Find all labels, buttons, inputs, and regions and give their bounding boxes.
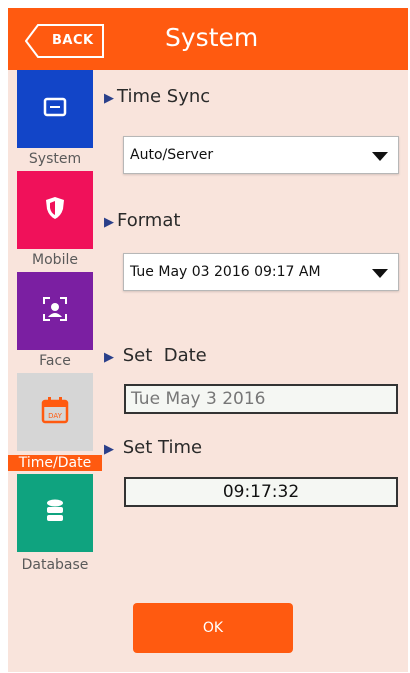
time-sync-value: Auto/Server	[130, 147, 214, 163]
sidebar-item-label: Mobile	[32, 252, 78, 268]
format-value: Tue May 03 2016 09:17 AM	[130, 264, 321, 280]
shield-icon	[44, 196, 66, 224]
set-date-label: ▶ Set Date	[104, 345, 207, 366]
window-icon	[43, 96, 67, 122]
chevron-down-icon	[372, 269, 388, 278]
triangle-right-icon: ▶	[104, 442, 114, 457]
svg-text:DAY: DAY	[48, 412, 63, 420]
format-label: ▶ Format	[104, 210, 181, 231]
sidebar-item-label: System	[28, 151, 82, 167]
face-scan-icon	[42, 296, 68, 326]
sidebar-tile-database	[17, 474, 93, 552]
calendar-icon: DAY	[40, 395, 70, 429]
time-sync-select[interactable]: Auto/Server	[123, 136, 399, 174]
date-input[interactable]: Tue May 3 2016	[124, 384, 398, 414]
sidebar-tile-time-date: DAY	[17, 373, 93, 451]
sidebar-tile-system	[17, 70, 93, 148]
database-icon	[45, 498, 65, 528]
back-button[interactable]: BACK	[25, 24, 105, 58]
sidebar-item-label: Time/Date	[8, 455, 102, 471]
settings-screen: BACK System System Mobile Face DAY Time/…	[8, 8, 408, 672]
triangle-right-icon: ▶	[104, 91, 114, 106]
page-title: System	[165, 23, 259, 52]
sidebar-item-label: Face	[39, 353, 71, 369]
back-label: BACK	[52, 33, 94, 48]
chevron-down-icon	[372, 152, 388, 161]
ok-button[interactable]: OK	[133, 603, 293, 653]
time-input[interactable]: 09:17:32	[124, 477, 398, 507]
time-sync-label: ▶ Time Sync	[104, 86, 211, 107]
format-select[interactable]: Tue May 03 2016 09:17 AM	[123, 253, 399, 291]
triangle-right-icon: ▶	[104, 215, 114, 230]
sidebar-tile-face	[17, 272, 93, 350]
sidebar-item-label: Database	[21, 557, 89, 573]
triangle-right-icon: ▶	[104, 350, 114, 365]
sidebar-tile-mobile	[17, 171, 93, 249]
set-time-label: ▶ Set Time	[104, 437, 203, 458]
header-bar: BACK System	[8, 8, 408, 70]
